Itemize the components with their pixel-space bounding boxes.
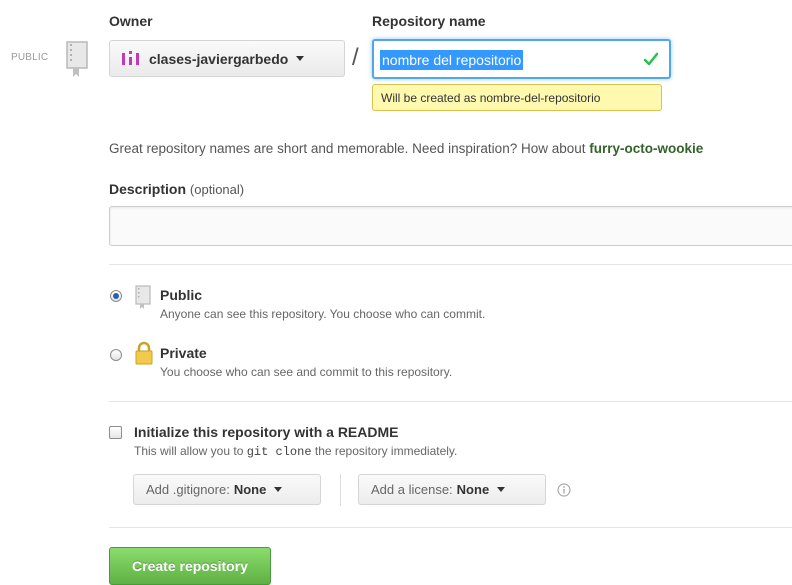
description-optional: (optional) bbox=[189, 182, 245, 197]
visibility-badge: PUBLIC bbox=[11, 52, 49, 63]
divider bbox=[109, 401, 792, 402]
gitignore-select[interactable]: Add .gitignore: None bbox=[133, 474, 321, 505]
create-repository-button[interactable]: Create repository bbox=[109, 547, 271, 585]
inspiration-prefix: Great repository names are short and mem… bbox=[109, 141, 586, 156]
description-input[interactable] bbox=[109, 206, 792, 246]
inspiration-text: Great repository names are short and mem… bbox=[109, 141, 703, 156]
license-value: None bbox=[456, 482, 490, 497]
owner-name: clases-javiergarbedo bbox=[149, 50, 289, 67]
repo-name-input[interactable]: nombre del repositorio bbox=[380, 50, 524, 70]
owner-repo-separator: / bbox=[352, 44, 359, 71]
private-radio[interactable] bbox=[110, 349, 122, 361]
inspiration-suggestion[interactable]: furry-octo-wookie bbox=[589, 141, 703, 156]
public-description: Anyone can see this repository. You choo… bbox=[160, 307, 486, 321]
description-title: Description bbox=[109, 181, 187, 197]
divider bbox=[109, 264, 792, 265]
info-icon[interactable] bbox=[557, 483, 571, 497]
chevron-down-icon bbox=[296, 56, 305, 61]
chevron-down-icon bbox=[274, 487, 283, 492]
readme-desc-after: the repository immediately. bbox=[314, 444, 458, 458]
repo-name-hint: Will be created as nombre-del-repositori… bbox=[372, 84, 662, 111]
repo-name-label: Repository name bbox=[372, 13, 486, 29]
license-select[interactable]: Add a license: None bbox=[358, 474, 546, 505]
repo-name-field[interactable]: nombre del repositorio bbox=[372, 39, 671, 79]
lock-icon bbox=[135, 341, 153, 365]
public-title: Public bbox=[160, 287, 203, 303]
divider bbox=[109, 527, 792, 528]
check-icon bbox=[643, 52, 659, 66]
owner-label: Owner bbox=[109, 13, 153, 29]
readme-desc-before: This will allow you to bbox=[134, 444, 244, 458]
private-title: Private bbox=[160, 345, 207, 361]
license-prefix: Add a license: bbox=[371, 482, 453, 497]
gitignore-prefix: Add .gitignore: bbox=[146, 482, 230, 497]
description-label: Description (optional) bbox=[109, 181, 244, 197]
org-avatar-icon bbox=[122, 50, 139, 65]
readme-desc-code: git clone bbox=[246, 445, 312, 459]
readme-description: This will allow you to git clone the rep… bbox=[134, 444, 457, 459]
public-book-icon bbox=[135, 285, 151, 309]
private-description: You choose who can see and commit to thi… bbox=[160, 365, 453, 379]
chevron-down-icon bbox=[497, 487, 506, 492]
owner-select[interactable]: clases-javiergarbedo bbox=[109, 40, 345, 77]
gitignore-value: None bbox=[233, 482, 267, 497]
repo-book-icon bbox=[66, 41, 88, 77]
public-radio[interactable] bbox=[110, 290, 122, 302]
readme-title: Initialize this repository with a README bbox=[134, 424, 399, 440]
readme-checkbox[interactable] bbox=[109, 426, 122, 439]
divider bbox=[340, 474, 341, 506]
